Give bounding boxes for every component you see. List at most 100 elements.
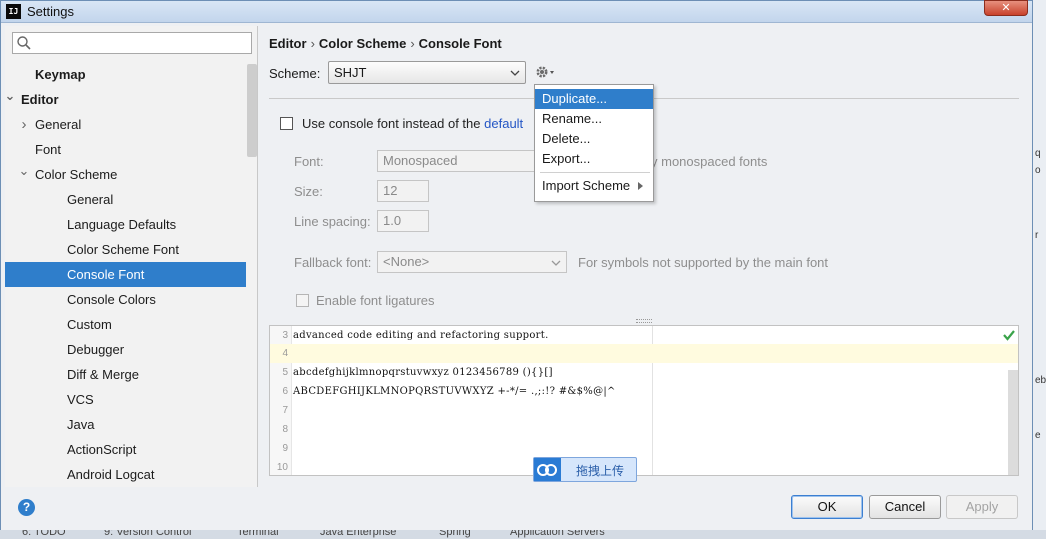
sidebar-item[interactable]: VCS [5, 387, 246, 412]
settings-search-box[interactable] [12, 32, 252, 54]
sidebar-item-label: Font [35, 142, 62, 157]
fallback-font-label: Fallback font: [294, 255, 372, 270]
sidebar-item[interactable]: Language Defaults [5, 212, 246, 237]
menu-item[interactable]: Export... [535, 149, 653, 169]
submenu-arrow-icon [638, 182, 643, 190]
code-line: 8 [270, 420, 1018, 439]
sidebar-item-label: Console Colors [67, 292, 156, 307]
sidebar-item[interactable]: ActionScript [5, 437, 246, 462]
menu-item[interactable]: Import Scheme [535, 176, 653, 196]
sidebar-item[interactable]: Android Logcat [5, 462, 246, 487]
editor-scrollbar[interactable] [1008, 370, 1018, 475]
sidebar-item-label: Color Scheme [35, 167, 118, 182]
apply-button[interactable]: Apply [946, 495, 1018, 519]
scheme-value: SHJT [334, 65, 367, 80]
background-text-fragment: e [1035, 430, 1041, 441]
title-bar: IJ Settings ✕ [1, 0, 1032, 23]
menu-item[interactable]: Rename... [535, 109, 653, 129]
sidebar-item[interactable]: › General [5, 112, 246, 137]
menu-item[interactable]: Delete... [535, 129, 653, 149]
sidebar-item-label: Debugger [67, 342, 125, 357]
code-line: 10 [270, 458, 1018, 475]
breadcrumb-item: Color Scheme [318, 36, 407, 51]
code-line: 7 [270, 401, 1018, 420]
code-text: advanced code editing and refactoring su… [293, 330, 549, 341]
scheme-actions-menu: Duplicate... Rename... Delete... Export... I… [534, 84, 654, 202]
ok-button[interactable]: OK [791, 495, 863, 519]
background-text-fragment: q [1035, 148, 1041, 159]
sidebar-item-label: Diff & Merge [67, 367, 140, 382]
window-close-button[interactable]: ✕ [984, 0, 1028, 16]
fallback-font-dropdown[interactable]: <None> [377, 251, 567, 273]
sidebar-item[interactable]: Java [5, 412, 246, 437]
code-line: 9 [270, 439, 1018, 458]
line-spacing-field[interactable]: 1.0 [377, 210, 429, 232]
background-text-fragment: eb [1035, 375, 1046, 386]
fallback-font-value: <None> [383, 254, 430, 269]
sidebar-item-label: Language Defaults [67, 217, 177, 232]
tool-window-tab[interactable]: 9: Version Control [104, 530, 191, 538]
menu-item[interactable]: Duplicate... [535, 89, 653, 109]
background-ide-edge: q o r eb e [1033, 0, 1046, 530]
line-number: 3 [282, 330, 288, 341]
splitter-grip[interactable] [636, 319, 652, 323]
ide-tool-window-bar: 6: TODO 9: Version Control Terminal Java En… [0, 530, 1046, 539]
cancel-button[interactable]: Cancel [869, 495, 941, 519]
sidebar-scrollbar[interactable] [247, 64, 257, 157]
line-number: 7 [282, 405, 288, 416]
settings-search-input[interactable] [35, 35, 247, 51]
window-title: Settings [27, 4, 74, 19]
help-button[interactable]: ? [18, 499, 35, 516]
tool-window-tab[interactable]: Spring [439, 530, 471, 538]
default-link[interactable]: default [484, 116, 523, 131]
sidebar-item[interactable]: General [5, 187, 246, 212]
sidebar-item[interactable]: ⌄ Color Scheme [5, 162, 246, 187]
tool-window-tab[interactable]: Application Servers [510, 530, 605, 538]
sidebar-item[interactable]: Keymap [5, 62, 246, 87]
sidebar-item-label: Keymap [35, 67, 86, 82]
intellij-app-icon: IJ [6, 4, 21, 19]
chevron-down-icon [551, 260, 561, 266]
sidebar-item[interactable]: Console Font [5, 262, 246, 287]
sidebar-item[interactable]: Custom [5, 312, 246, 337]
sidebar-item[interactable]: Console Colors [5, 287, 246, 312]
sidebar-item[interactable]: Font [5, 137, 246, 162]
line-spacing-label: Line spacing: [294, 214, 371, 229]
sidebar-item-label: Editor [21, 92, 59, 107]
font-ligatures-checkbox[interactable] [296, 294, 309, 307]
upload-badge[interactable]: 拖拽上传 [533, 457, 637, 482]
sidebar-item-label: ActionScript [67, 442, 137, 457]
search-icon [17, 36, 31, 50]
chevron-down-icon[interactable]: ⌄ [4, 83, 16, 108]
console-preview-editor[interactable]: 3 advanced code editing and refactoring s… [269, 325, 1019, 476]
tool-window-tab[interactable]: Java Enterprise [320, 530, 396, 538]
line-number: 9 [282, 443, 288, 454]
breadcrumb-separator: › [310, 36, 315, 51]
use-console-font-label: Use console font instead of the default [302, 116, 523, 131]
sidebar-item[interactable]: Diff & Merge [5, 362, 246, 387]
chevron-down-icon[interactable]: ⌄ [18, 158, 30, 183]
breadcrumb-item: Editor [269, 36, 307, 51]
font-hint: y monospaced fonts [651, 154, 768, 169]
scheme-dropdown[interactable]: SHJT [328, 61, 526, 84]
size-field[interactable]: 12 [377, 180, 429, 202]
menu-item-label: Rename... [542, 111, 602, 126]
menu-item-label: Import Scheme [542, 178, 631, 193]
sidebar-item[interactable]: ⌄ Editor [5, 87, 246, 112]
sidebar-item-label: Color Scheme Font [67, 242, 179, 257]
code-line: 6 ABCDEFGHIJKLMNOPQRSTUVWXYZ +-*/= .,;:!?… [270, 382, 1018, 401]
menu-separator [540, 172, 650, 173]
tool-window-tab[interactable]: Terminal [237, 530, 279, 538]
chevron-down-icon [510, 70, 520, 76]
sidebar-item[interactable]: Color Scheme Font [5, 237, 246, 262]
sidebar-item[interactable]: Debugger [5, 337, 246, 362]
use-console-font-checkbox[interactable] [280, 117, 293, 130]
font-field[interactable]: Monospaced [377, 150, 537, 172]
gear-icon[interactable] [534, 63, 556, 81]
menu-item-label: Delete... [542, 131, 591, 146]
settings-window: IJ Settings ✕ Keymap ⌄ Editor › General Font ⌄… [0, 0, 1033, 530]
size-label: Size: [294, 184, 323, 199]
chevron-right-icon[interactable]: › [18, 112, 30, 137]
tool-window-tab[interactable]: 6: TODO [22, 530, 66, 538]
code-line: 3 advanced code editing and refactoring s… [270, 326, 1018, 345]
